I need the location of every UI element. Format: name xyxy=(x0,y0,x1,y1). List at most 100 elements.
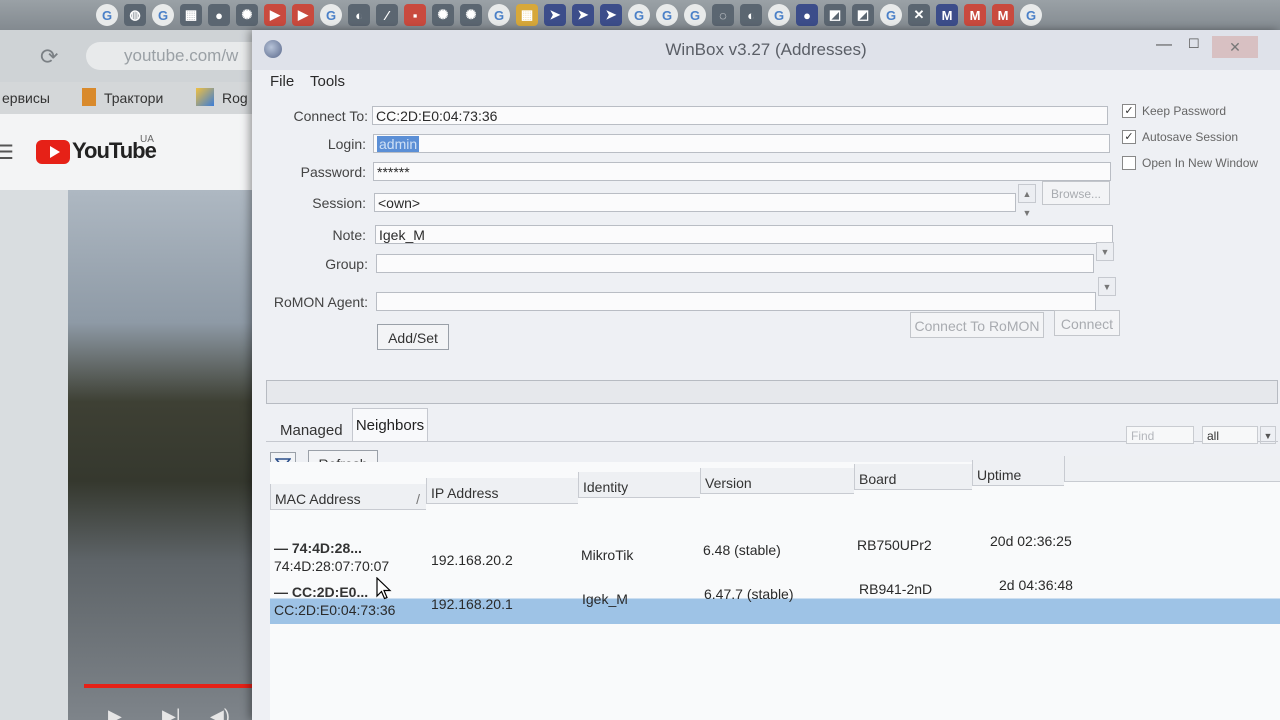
google-icon[interactable]: G xyxy=(152,4,174,26)
column-header-mac[interactable]: MAC Address / xyxy=(270,484,426,510)
column-header-board[interactable]: Board xyxy=(854,464,972,490)
row-uptime: 2d 04:36:48 xyxy=(999,577,1073,593)
row-version: 6.48 (stable) xyxy=(703,542,781,558)
hamburger-menu-icon[interactable]: ☰ xyxy=(0,140,14,165)
world-icon[interactable]: ◍ xyxy=(124,4,146,26)
google-icon[interactable]: G xyxy=(880,4,902,26)
video-progress-bar[interactable] xyxy=(84,684,260,688)
maximize-button[interactable]: ☐ xyxy=(1188,36,1200,52)
tab-neighbors[interactable]: Neighbors xyxy=(352,408,428,442)
connect-to-input[interactable]: CC:2D:E0:04:73:36 xyxy=(372,106,1108,125)
column-header-ip[interactable]: IP Address xyxy=(426,478,578,504)
table-row-selected[interactable]: — CC:2D:E0... CC:2D:E0:04:73:36 192.168.… xyxy=(270,577,1280,624)
column-header-uptime[interactable]: Uptime xyxy=(972,460,1064,486)
browse-button[interactable]: Browse... xyxy=(1042,181,1110,205)
tab-managed[interactable]: Managed xyxy=(280,422,343,439)
app-icon[interactable]: ▦ xyxy=(180,4,202,26)
minimize-button[interactable]: — xyxy=(1156,36,1172,54)
bookmark-tractors[interactable]: Трактори xyxy=(104,90,163,106)
google-icon[interactable]: G xyxy=(320,4,342,26)
settings-icon[interactable]: ✺ xyxy=(236,4,258,26)
google-icon[interactable]: G xyxy=(96,4,118,26)
youtube-region: UA xyxy=(140,134,154,145)
table-row[interactable]: — 74:4D:28... 74:4D:28:07:70:07 192.168.… xyxy=(270,533,1280,580)
session-label: Session: xyxy=(312,195,366,211)
google-icon[interactable]: G xyxy=(628,4,650,26)
scope-dropdown-icon[interactable]: ▼ xyxy=(1260,426,1276,444)
app-icon[interactable]: ➤ xyxy=(544,4,566,26)
window-title: WinBox v3.27 (Addresses) xyxy=(665,40,867,59)
app-icon[interactable]: ➤ xyxy=(572,4,594,26)
google-icon[interactable]: G xyxy=(1020,4,1042,26)
app-icon[interactable]: ● xyxy=(796,4,818,26)
romon-dropdown-icon[interactable]: ▼ xyxy=(1098,277,1116,296)
app-icon[interactable]: ✕ xyxy=(908,4,930,26)
volume-icon[interactable]: ◀) xyxy=(210,706,230,720)
session-select[interactable]: <own> xyxy=(374,193,1016,212)
m-icon[interactable]: M xyxy=(964,4,986,26)
video-player[interactable] xyxy=(68,190,260,720)
row-version: 6.47.7 (stable) xyxy=(704,586,794,602)
youtube-icon[interactable]: ▶ xyxy=(264,4,286,26)
autosave-session-checkbox[interactable]: ✓ Autosave Session xyxy=(1122,130,1238,144)
session-dropdown-icon[interactable]: ▲ ▼ xyxy=(1018,184,1036,218)
find-input[interactable]: Find xyxy=(1126,426,1194,444)
column-header-identity[interactable]: Identity xyxy=(578,472,700,498)
address-bar[interactable]: youtube.com/w xyxy=(86,42,260,70)
connect-to-romon-button[interactable]: Connect To RoMON xyxy=(910,312,1044,338)
menu-bar: File Tools xyxy=(252,70,1280,94)
app-icon[interactable]: ◩ xyxy=(852,4,874,26)
keep-password-checkbox[interactable]: ✓ Keep Password xyxy=(1122,104,1226,118)
bookmark-services[interactable]: ервисы xyxy=(2,90,50,106)
open-in-new-window-checkbox[interactable]: Open In New Window xyxy=(1122,156,1258,170)
google-icon[interactable]: G xyxy=(488,4,510,26)
next-icon[interactable]: ▶| xyxy=(162,706,181,720)
app-icon[interactable]: ➤ xyxy=(600,4,622,26)
bookmark-rog[interactable]: Rog xyxy=(222,90,248,106)
app-icon[interactable]: ▦ xyxy=(516,4,538,26)
group-label: Group: xyxy=(325,256,368,272)
romon-agent-select[interactable] xyxy=(376,292,1096,311)
row-mac: 74:4D:28:07:70:07 xyxy=(274,558,390,574)
google-icon[interactable]: G xyxy=(684,4,706,26)
checkbox-empty-icon xyxy=(1122,156,1136,170)
neighbors-table: MAC Address / IP Address Identity Versio… xyxy=(270,456,1280,720)
app-icon[interactable]: ◩ xyxy=(824,4,846,26)
google-icon[interactable]: G xyxy=(656,4,678,26)
app-icon[interactable]: ◐ xyxy=(348,4,370,26)
app-icon[interactable]: ● xyxy=(208,4,230,26)
add-set-button[interactable]: Add/Set xyxy=(377,324,449,350)
row-identity: Igek_M xyxy=(582,591,628,607)
app-icon[interactable]: ▪ xyxy=(404,4,426,26)
m-icon[interactable]: M xyxy=(992,4,1014,26)
connect-button[interactable]: Connect xyxy=(1054,310,1120,336)
login-input[interactable]: admin xyxy=(373,134,1110,153)
row-uptime: 20d 02:36:25 xyxy=(990,533,1072,549)
edit-icon[interactable]: ∕ xyxy=(376,4,398,26)
row-identity: MikroTik xyxy=(581,547,634,563)
menu-tools[interactable]: Tools xyxy=(310,73,345,90)
reload-icon[interactable]: ⟳ xyxy=(40,44,58,70)
group-dropdown-icon[interactable]: ▼ xyxy=(1096,242,1114,261)
app-icon[interactable]: ◐ xyxy=(740,4,762,26)
password-input[interactable]: ****** xyxy=(373,162,1111,181)
autosave-session-label: Autosave Session xyxy=(1142,130,1239,144)
google-icon[interactable]: G xyxy=(768,4,790,26)
settings-icon[interactable]: ✺ xyxy=(460,4,482,26)
note-input[interactable]: Igek_M xyxy=(375,225,1113,244)
column-header-version[interactable]: Version xyxy=(700,468,854,494)
group-select[interactable] xyxy=(376,254,1094,273)
password-label: Password: xyxy=(300,164,366,180)
app-icon[interactable]: ◌ xyxy=(712,4,734,26)
scope-select[interactable]: all xyxy=(1202,426,1258,444)
youtube-icon[interactable]: ▶ xyxy=(292,4,314,26)
close-button[interactable]: ✕ xyxy=(1212,36,1258,58)
checkbox-check-icon: ✓ xyxy=(1122,130,1136,144)
login-value: admin xyxy=(377,136,420,152)
m-icon[interactable]: M xyxy=(936,4,958,26)
menu-file[interactable]: File xyxy=(270,73,294,90)
settings-icon[interactable]: ✺ xyxy=(432,4,454,26)
title-bar[interactable]: WinBox v3.27 (Addresses) — ☐ ✕ xyxy=(252,30,1280,70)
play-icon[interactable]: ▶ xyxy=(108,706,122,720)
romon-agent-label: RoMON Agent: xyxy=(273,294,368,310)
